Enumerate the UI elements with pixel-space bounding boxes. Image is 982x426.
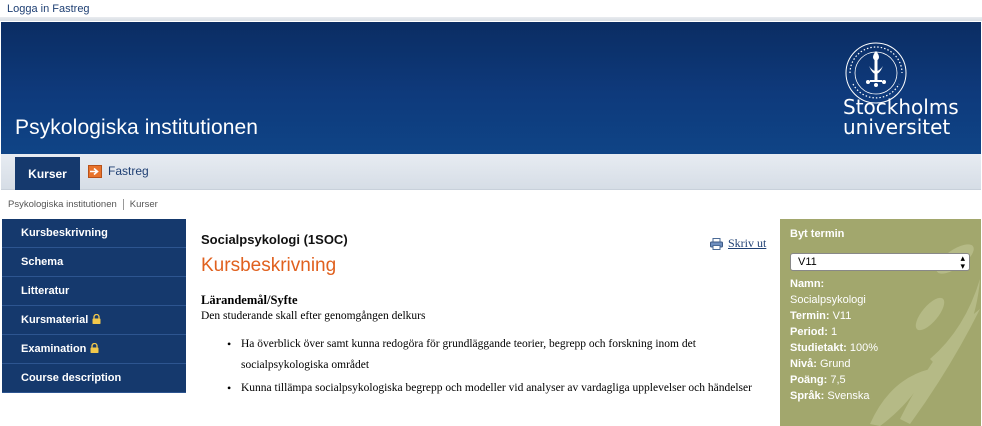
university-name[interactable]: Stockholms universitet bbox=[843, 97, 959, 137]
info-value-period: 1 bbox=[830, 326, 838, 338]
sidebar-item-label: Kursbeskrivning bbox=[21, 227, 108, 239]
sidebar-item-label: Schema bbox=[21, 256, 64, 268]
sidebar-item-course-description[interactable]: Course description bbox=[2, 364, 186, 393]
breadcrumb-separator bbox=[122, 199, 124, 210]
course-info: Namn: Socialpsykologi Termin: V11 Period… bbox=[790, 276, 878, 404]
top-divider bbox=[0, 17, 982, 21]
sidebar-item-label: Litteratur bbox=[21, 285, 70, 297]
sidebar-item-kursmaterial[interactable]: Kursmaterial bbox=[2, 306, 186, 335]
header-banner: Psykologiska institutionen Stockholms un… bbox=[1, 22, 981, 154]
breadcrumb: Psykologiska institutionen Kurser bbox=[8, 199, 158, 210]
lock-icon bbox=[90, 343, 99, 353]
info-value-name: Socialpsykologi bbox=[790, 294, 866, 306]
info-label-period: Period: bbox=[790, 326, 828, 338]
info-value-pace: 100% bbox=[849, 342, 879, 354]
list-item: Ha överblick över samt kunna redogöra fö… bbox=[201, 334, 767, 376]
top-bar: Logga in Fastreg bbox=[0, 0, 982, 22]
sidebar-item-litteratur[interactable]: Litteratur bbox=[2, 277, 186, 306]
info-label-credits: Poäng: bbox=[790, 374, 828, 386]
arrow-right-icon bbox=[88, 164, 102, 178]
info-label-name: Namn: bbox=[790, 278, 825, 290]
main-content: Socialpsykologi (1SOC) Skriv ut Kursbesk… bbox=[201, 232, 767, 401]
info-value-language: Svenska bbox=[827, 390, 870, 402]
term-select-value: V11 bbox=[798, 256, 817, 268]
section-heading: Lärandemål/Syfte bbox=[201, 293, 298, 307]
printer-icon bbox=[710, 237, 723, 250]
tab-fastreg[interactable]: Fastreg bbox=[88, 164, 149, 178]
breadcrumb-item-kurser[interactable]: Kurser bbox=[130, 199, 158, 210]
tab-kurser[interactable]: Kurser bbox=[15, 157, 80, 190]
page-heading: Kursbeskrivning bbox=[201, 255, 337, 276]
sidebar-item-label: Course description bbox=[21, 372, 122, 384]
sidebar-item-label: Examination bbox=[21, 343, 87, 355]
term-box-heading: Byt termin bbox=[790, 228, 845, 240]
university-name-line1: Stockholms bbox=[843, 95, 959, 119]
term-select[interactable]: V11 ▴ ▾ bbox=[790, 253, 970, 271]
select-arrows-icon: ▴ ▾ bbox=[960, 253, 965, 271]
section-intro: Den studerande skall efter genomgången d… bbox=[201, 310, 426, 322]
term-box: Byt termin V11 ▴ ▾ Namn: Socialpsykologi … bbox=[780, 219, 981, 426]
sidebar-item-kursbeskrivning[interactable]: Kursbeskrivning bbox=[2, 219, 186, 248]
goals-list: Ha överblick över samt kunna redogöra fö… bbox=[201, 334, 767, 399]
tab-bar: Kurser Fastreg bbox=[1, 154, 981, 190]
lock-icon bbox=[92, 314, 101, 324]
sidebar-nav: Kursbeskrivning Schema Litteratur Kursma… bbox=[2, 219, 186, 393]
breadcrumb-item-department[interactable]: Psykologiska institutionen bbox=[8, 199, 117, 210]
login-fastreg-link[interactable]: Logga in Fastreg bbox=[7, 3, 90, 15]
sidebar-item-examination[interactable]: Examination bbox=[2, 335, 186, 364]
print-label: Skriv ut bbox=[728, 236, 767, 250]
info-label-pace: Studietakt: bbox=[790, 342, 847, 354]
department-title[interactable]: Psykologiska institutionen bbox=[15, 116, 258, 140]
course-title: Socialpsykologi (1SOC) bbox=[201, 232, 348, 247]
print-link[interactable]: Skriv ut bbox=[710, 236, 766, 251]
sidebar-item-label: Kursmaterial bbox=[21, 314, 89, 326]
info-label-language: Språk: bbox=[790, 390, 825, 402]
info-value-term: V11 bbox=[832, 310, 852, 322]
list-item: Kunna tillämpa socialpsykologiska begrep… bbox=[201, 378, 767, 399]
info-label-level: Nivå: bbox=[790, 358, 817, 370]
info-value-credits: 7,5 bbox=[830, 374, 846, 386]
tab-fastreg-label: Fastreg bbox=[108, 164, 149, 178]
university-name-line2: universitet bbox=[843, 115, 951, 139]
sidebar-item-schema[interactable]: Schema bbox=[2, 248, 186, 277]
info-label-term: Termin: bbox=[790, 310, 830, 322]
info-value-level: Grund bbox=[819, 358, 851, 370]
